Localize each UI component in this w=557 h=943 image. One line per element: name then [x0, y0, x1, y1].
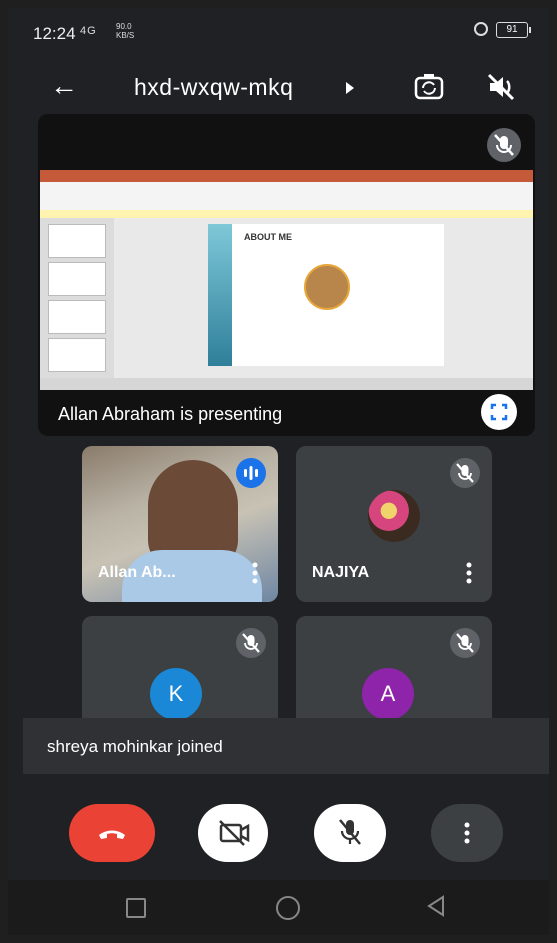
mic-muted-icon — [450, 458, 480, 488]
speaker-off-icon[interactable] — [484, 70, 518, 104]
more-options-button[interactable] — [431, 804, 503, 862]
data-rate: 90.0 KB/S — [116, 22, 134, 40]
mic-off-icon — [339, 819, 361, 845]
app-status-bar — [40, 378, 533, 390]
speaking-indicator-icon — [236, 458, 266, 488]
mic-muted-icon — [487, 128, 521, 162]
slide-thumbnail — [48, 262, 106, 296]
slide-thumbnail — [48, 224, 106, 258]
status-time: 12:24 — [33, 24, 76, 43]
join-notification: shreya mohinkar joined — [23, 718, 549, 774]
mic-muted-icon — [450, 628, 480, 658]
shared-screen: ABOUT ME — [40, 170, 533, 390]
phone-screen: 12:24 4G 90.0 KB/S 91 ← hxd-wxqw-mkq ABO… — [8, 8, 549, 935]
app-toolbar — [40, 182, 533, 211]
presenter-label: Allan Abraham is presenting — [58, 404, 283, 424]
data-rate-value: 90.0 — [116, 22, 132, 31]
app-warning-bar — [40, 210, 533, 218]
slide-decoration — [208, 224, 232, 366]
phone-hangup-icon — [99, 830, 125, 839]
more-vertical-icon[interactable] — [466, 562, 472, 584]
network-indicator: 4G — [80, 25, 97, 37]
avatar — [368, 490, 420, 542]
more-vertical-icon[interactable] — [252, 562, 258, 584]
alarm-icon — [474, 22, 488, 36]
participant-name: NAJIYA — [312, 564, 370, 581]
meeting-details-caret-icon[interactable] — [346, 82, 354, 94]
hang-up-button[interactable] — [69, 804, 155, 862]
switch-camera-icon[interactable] — [412, 70, 446, 104]
meeting-header: ← hxd-wxqw-mkq — [8, 60, 549, 112]
app-ribbon — [40, 170, 533, 182]
slide-canvas: ABOUT ME — [208, 224, 444, 366]
back-nav-icon[interactable] — [426, 894, 446, 918]
battery-icon: 91 — [496, 22, 531, 38]
home-icon[interactable] — [276, 896, 300, 920]
presentation-tile[interactable]: ABOUT ME Allan Abraham is presenting — [38, 114, 535, 436]
recents-icon[interactable] — [126, 898, 146, 918]
more-vertical-icon — [464, 822, 470, 844]
camera-toggle-button[interactable] — [198, 804, 268, 862]
join-notification-text: shreya mohinkar joined — [47, 737, 223, 756]
slide-thumbnail — [48, 300, 106, 334]
slide-photo — [304, 264, 350, 310]
participant-name: Allan Ab... — [98, 564, 176, 581]
mic-toggle-button[interactable] — [314, 804, 386, 862]
system-nav-bar — [8, 880, 549, 935]
slide-heading: ABOUT ME — [244, 232, 292, 242]
avatar: A — [362, 668, 414, 720]
slide-thumbnail — [48, 338, 106, 372]
camera-off-icon — [219, 820, 250, 846]
participant-tile-allan[interactable]: Allan Ab... — [82, 446, 278, 602]
status-bar: 12:24 4G 90.0 KB/S 91 — [8, 8, 549, 60]
participant-tile-najiya[interactable]: NAJIYA — [296, 446, 492, 602]
data-rate-unit: KB/S — [116, 31, 135, 40]
meeting-code[interactable]: hxd-wxqw-mkq — [134, 74, 293, 101]
slide-thumbnails — [40, 218, 114, 378]
mic-muted-icon — [236, 628, 266, 658]
back-arrow-icon[interactable]: ← — [50, 70, 78, 102]
avatar: K — [150, 668, 202, 720]
fullscreen-icon[interactable] — [481, 394, 517, 430]
